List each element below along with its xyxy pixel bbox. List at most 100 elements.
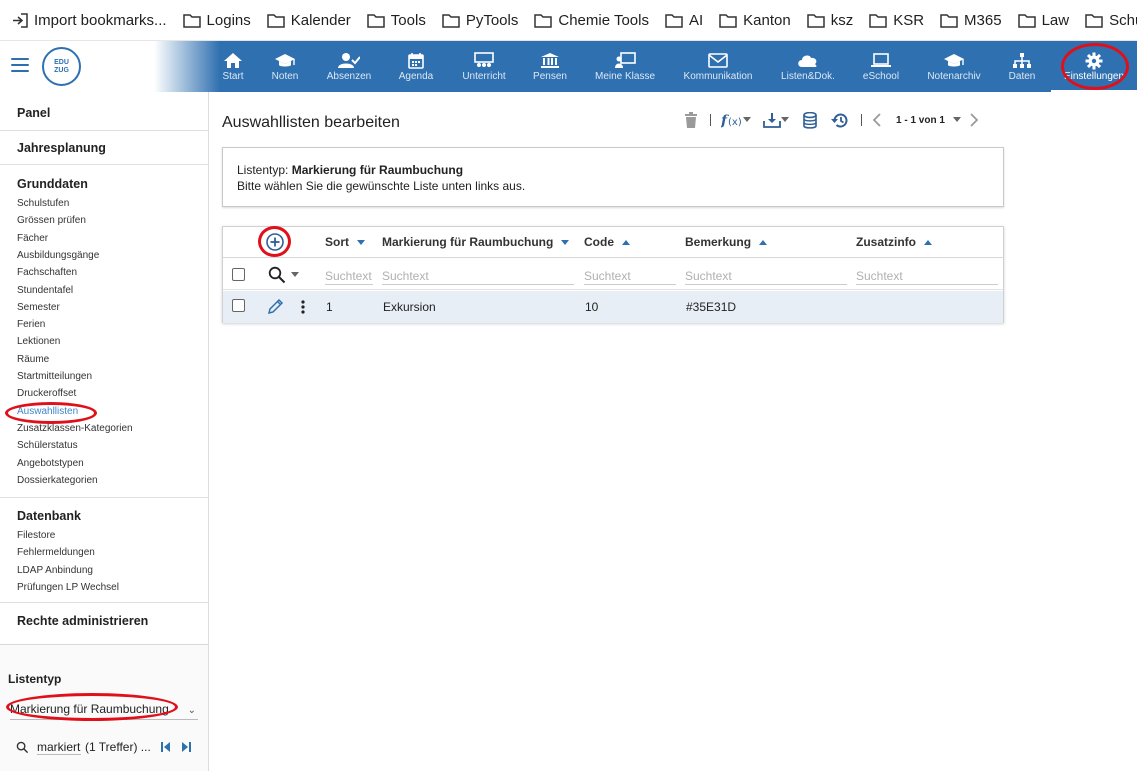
sidebar-item-semester[interactable]: Semester [17,302,60,313]
nav-item-listen-dok[interactable]: Listen&Dok. [776,41,840,92]
pager-dropdown[interactable] [952,117,961,123]
sidebar-item-auswahllisten[interactable]: Auswahllisten [17,406,78,417]
sort-descending-icon[interactable] [561,235,570,249]
sidebar-item-f-cher[interactable]: Fächer [17,233,48,244]
divider [0,164,208,165]
edu-zug-logo[interactable]: EDU ZUG [42,47,81,86]
nav-item-kommunikation[interactable]: Kommunikation [671,41,765,92]
filter-zusatzinfo-input[interactable] [856,267,998,285]
table-row[interactable]: 1 Exkursion 10 #35E31D [223,291,1003,323]
database-button[interactable] [803,111,817,129]
sidebar-datenbank-title[interactable]: Datenbank [17,509,81,523]
filter-bemerkung-input[interactable] [685,267,847,285]
sort-descending-icon[interactable] [357,235,365,249]
export-button[interactable] [763,112,789,128]
page-title: Auswahllisten bearbeiten [222,114,400,131]
filter-code-input[interactable] [584,267,676,285]
nav-item-absenzen[interactable]: Absenzen [319,41,379,92]
search-value[interactable]: markiert [37,740,81,755]
sidebar-item-startmitteilungen[interactable]: Startmitteilungen [17,371,92,382]
nav-item-label: eSchool [862,71,900,82]
sidebar-item-ldap-anbindung[interactable]: LDAP Anbindung [17,565,93,576]
nav-item-pensen[interactable]: Pensen [524,41,576,92]
bookmark-chemie-tools[interactable]: Chemie Tools [534,12,649,29]
nav-item-notenarchiv[interactable]: Notenarchiv [919,41,989,92]
sort-ascending-icon[interactable] [622,235,630,249]
sidebar-grunddaten-title[interactable]: Grunddaten [17,177,88,191]
add-row-button[interactable] [265,232,285,252]
nav-item-noten[interactable]: Noten [263,41,307,92]
hamburger-menu-icon[interactable] [11,58,29,73]
column-header-markierung[interactable]: Markierung für Raumbuchung [382,235,570,249]
sort-ascending-icon[interactable] [924,235,932,249]
sidebar-item-fachschaften[interactable]: Fachschaften [17,267,77,278]
sidebar-item-sch-lerstatus[interactable]: Schülerstatus [17,440,78,451]
filter-sort-input[interactable] [325,267,373,285]
row-checkbox[interactable] [232,299,245,312]
nav-item-start[interactable]: Start [211,41,255,92]
nav-item-unterricht[interactable]: Unterricht [452,41,516,92]
column-header-bemerkung[interactable]: Bemerkung [685,235,768,249]
nav-item-agenda[interactable]: Agenda [391,41,441,92]
sidebar-item-dossierkategorien[interactable]: Dossierkategorien [17,475,98,486]
sidebar-item-druckeroffset[interactable]: Druckeroffset [17,388,76,399]
history-button[interactable] [831,112,849,129]
graduation-cap-icon [274,53,296,71]
sort-ascending-icon[interactable] [759,235,768,249]
filter-search-button[interactable] [268,266,299,284]
row-more-menu[interactable] [301,300,305,319]
sidebar-item-zusatzklassen-kategorien[interactable]: Zusatzklassen-Kategorien [17,423,133,434]
function-button[interactable]: f (x) [721,112,751,128]
nav-item-meine-klasse[interactable]: Meine Klasse [587,41,663,92]
nav-item-daten[interactable]: Daten [1000,41,1044,92]
sidebar-item-fehlermeldungen[interactable]: Fehlermeldungen [17,547,95,558]
bookmark-tools[interactable]: Tools [367,12,426,29]
next-page-button[interactable] [969,113,979,127]
sidebar-item-stundentafel[interactable]: Stundentafel [17,285,73,296]
bookmark-kalender[interactable]: Kalender [267,12,351,29]
previous-page-button[interactable] [872,113,882,127]
nav-item-label: Pensen [533,71,567,82]
select-all-checkbox[interactable] [232,268,245,281]
sidebar-item-pr-fungen-lp-wechsel[interactable]: Prüfungen LP Wechsel [17,582,119,593]
bookmark-ksz[interactable]: ksz [806,11,854,29]
bookmark-kanton[interactable]: Kanton [719,12,791,29]
column-header-code[interactable]: Code [584,235,630,249]
sidebar-item-ausbildungsg-nge[interactable]: Ausbildungsgänge [17,250,99,261]
listentyp-select[interactable]: Markierung für Raumbuchung ⌄ [10,700,198,720]
column-header-zusatzinfo[interactable]: Zusatzinfo [856,235,932,249]
sidebar-panel[interactable]: Panel [17,106,50,120]
sidebar-rechte[interactable]: Rechte administrieren [17,614,148,628]
bookmark-import-bookmarks[interactable]: Import bookmarks... [12,12,167,29]
edit-row-button[interactable] [267,298,284,320]
first-result-icon[interactable] [160,741,171,753]
sidebar-jahresplanung[interactable]: Jahresplanung [17,141,106,155]
nav-item-einstellungen[interactable]: Einstellungen [1051,41,1137,92]
sidebar-item-lektionen[interactable]: Lektionen [17,336,60,347]
sidebar-item-schulstufen[interactable]: Schulstufen [17,198,69,209]
nav-item-eschool[interactable]: eSchool [853,41,909,92]
bookmark-logins[interactable]: Logins [182,12,251,29]
nav-item-label: Agenda [398,71,434,82]
sidebar-item-angebotstypen[interactable]: Angebotstypen [17,458,84,469]
bookmark-ai[interactable]: AI [665,12,703,29]
search-result-count: (1 Treffer) ... [85,740,151,754]
bookmark-schule[interactable]: Schule [1085,12,1137,29]
last-result-icon[interactable] [181,741,191,753]
bookmark-m365[interactable]: M365 [940,12,1002,29]
filter-markierung-input[interactable] [382,267,574,285]
listentyp-search[interactable]: markiert (1 Treffer) ... [16,737,202,757]
column-header-sort[interactable]: Sort [325,235,365,249]
bookmark-law[interactable]: Law [1017,12,1069,29]
history-icon [831,113,848,128]
nav-item-label: Einstellungen [1063,71,1125,82]
bookmark-ksr[interactable]: KSR [869,12,924,29]
delete-button[interactable] [684,112,698,128]
bookmark-pytools[interactable]: PyTools [442,12,518,29]
bookmark-label: ksz [830,11,854,29]
column-header-label: Sort [325,235,349,249]
sidebar-item-filestore[interactable]: Filestore [17,530,55,541]
sidebar-item-gr-ssen-pr-fen[interactable]: Grössen prüfen [17,215,86,226]
sidebar-item-ferien[interactable]: Ferien [17,319,45,330]
sidebar-item-r-ume[interactable]: Räume [17,354,49,365]
